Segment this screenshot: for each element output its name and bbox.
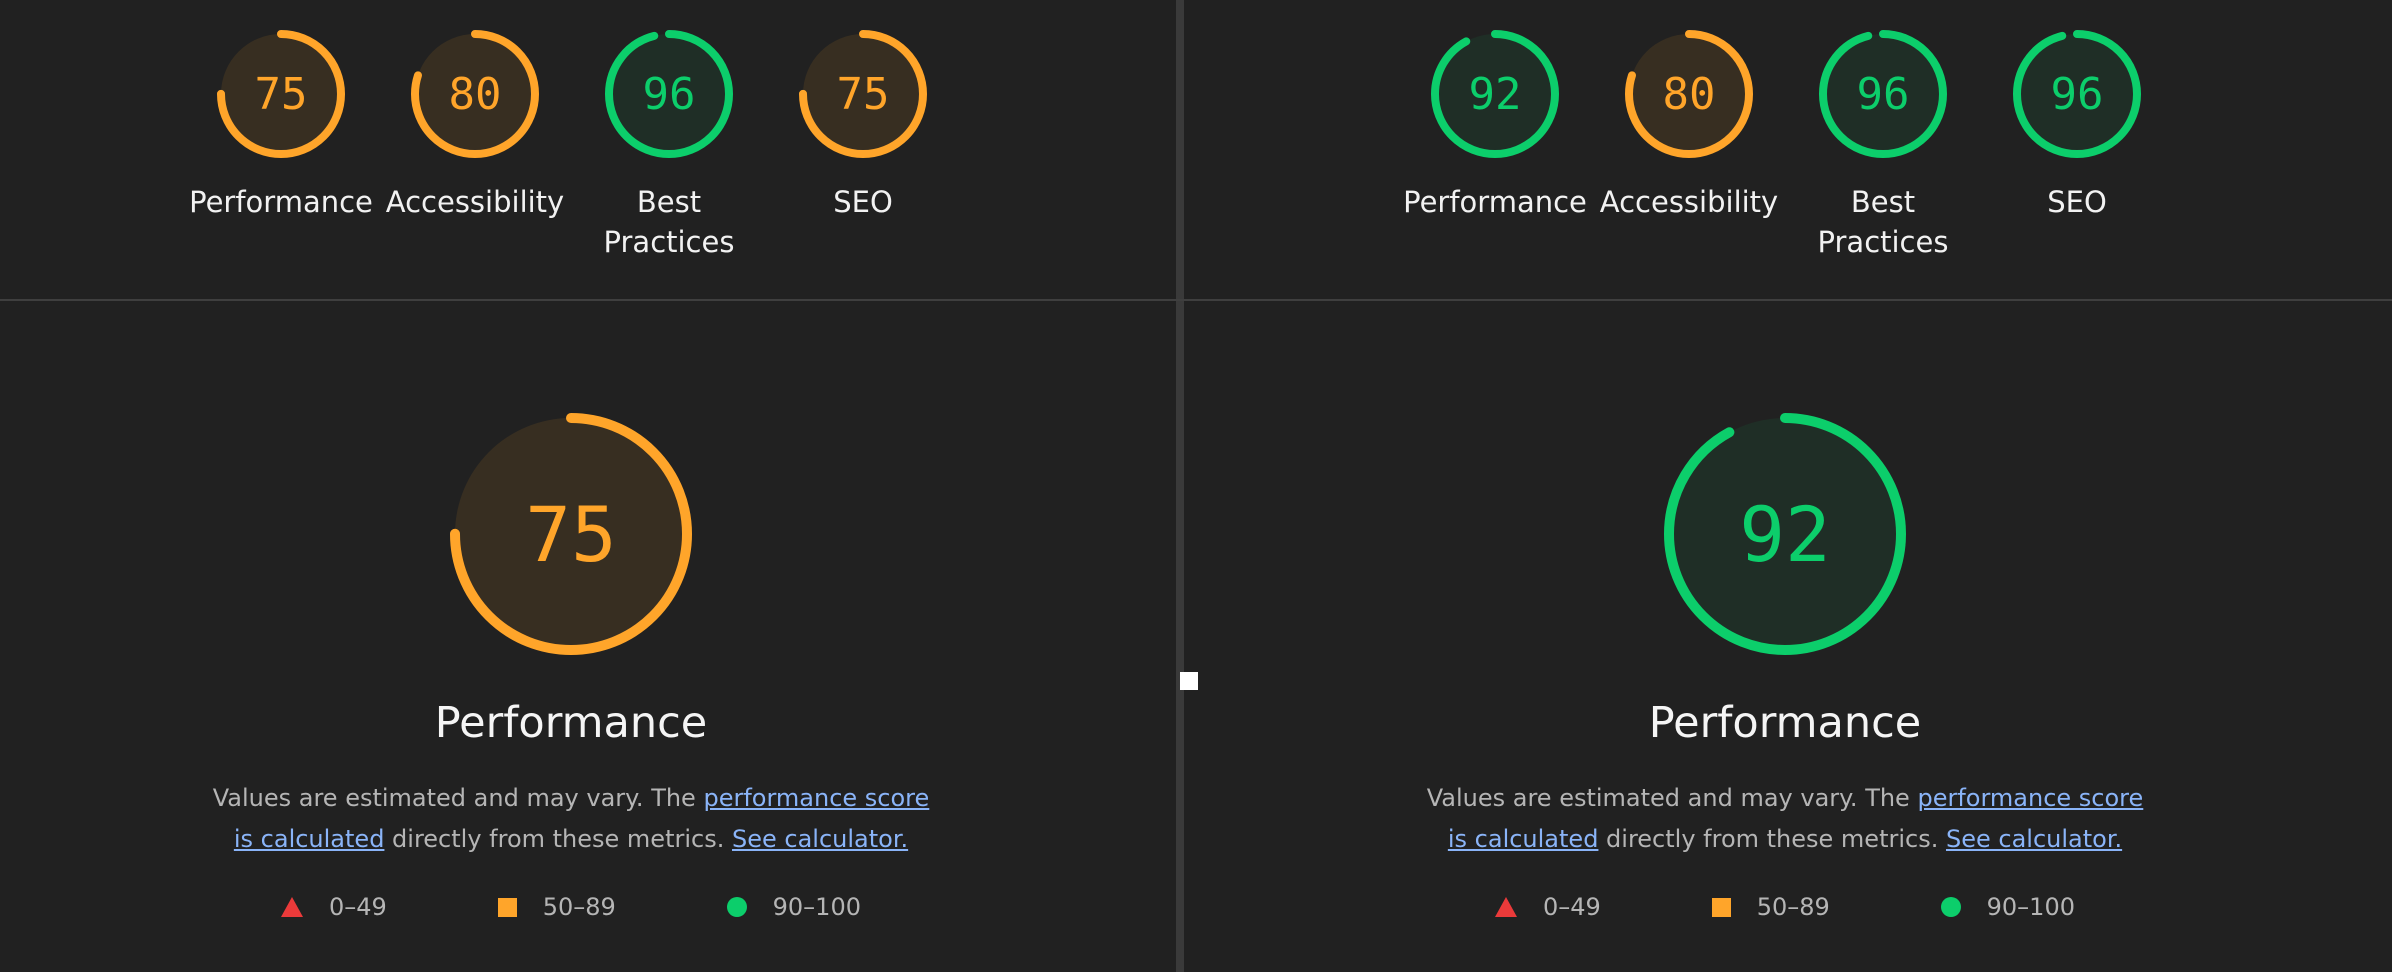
circle-icon <box>726 897 747 917</box>
performance-detail: 75 Performance Values are estimated and … <box>0 300 1176 972</box>
gauge-label: Accessibility <box>1599 185 1779 219</box>
score-gauge: 92 <box>1429 28 1561 160</box>
gauge-accessibility[interactable]: 80 Accessibility <box>1599 28 1779 222</box>
legend-fail: 0–49 <box>281 893 387 921</box>
score-legend: 0–49 50–89 90–100 <box>271 893 871 921</box>
desc-text: directly from these metrics. <box>384 825 732 853</box>
score-gauge: 96 <box>603 28 735 160</box>
report-panel-left: 75 Performance 80 Accessibility 96 Best … <box>0 0 1176 972</box>
legend-label: 90–100 <box>772 893 861 921</box>
performance-detail: 92 Performance Values are estimated and … <box>1184 300 2392 972</box>
gauge-score: 96 <box>1856 68 1910 120</box>
score-gauge: 96 <box>1817 28 1949 160</box>
performance-gauge-large: 92 <box>1661 410 1909 658</box>
score-gauge: 80 <box>1623 28 1755 160</box>
report-panel-right: 92 Performance 80 Accessibility 96 Best … <box>1184 0 2392 972</box>
gauge-score: 92 <box>1468 68 1522 120</box>
legend-pass: 90–100 <box>726 893 861 921</box>
gauge-label: Performance <box>1403 185 1587 219</box>
legend-fail: 0–49 <box>1495 893 1601 921</box>
detail-title: Performance <box>434 698 708 748</box>
gauge-score: 92 <box>1739 489 1831 579</box>
performance-gauge-large: 75 <box>447 410 695 658</box>
desc-text: Values are estimated and may vary. The <box>212 784 704 812</box>
gauge-seo[interactable]: 75 SEO <box>773 28 953 222</box>
detail-description: Values are estimated and may vary. The p… <box>1415 778 2155 860</box>
gauge-label: SEO <box>2047 185 2107 219</box>
gauge-score: 80 <box>448 68 502 120</box>
legend-label: 50–89 <box>542 893 616 921</box>
gauge-label: Performance <box>189 185 373 219</box>
gauge-performance[interactable]: 75 Performance <box>189 28 373 222</box>
gauge-label: Best Practices <box>603 185 735 259</box>
gauge-label: Accessibility <box>385 185 565 219</box>
see-calculator-link[interactable]: See calculator. <box>1946 825 2122 853</box>
gauge-score: 75 <box>836 68 890 120</box>
desc-text: directly from these metrics. <box>1598 825 1946 853</box>
gauge-score: 80 <box>1662 68 1716 120</box>
score-legend: 0–49 50–89 90–100 <box>1485 893 2085 921</box>
gauge-performance[interactable]: 92 Performance <box>1403 28 1587 222</box>
legend-label: 0–49 <box>329 893 387 921</box>
triangle-icon <box>1495 897 1517 917</box>
gauge-best-practices[interactable]: 96 Best Practices <box>579 28 759 262</box>
detail-title: Performance <box>1648 698 1922 748</box>
square-icon <box>497 897 517 917</box>
detail-description: Values are estimated and may vary. The p… <box>201 778 941 860</box>
legend-label: 50–89 <box>1756 893 1830 921</box>
see-calculator-link[interactable]: See calculator. <box>732 825 908 853</box>
gauge-best-practices[interactable]: 96 Best Practices <box>1793 28 1973 262</box>
square-icon <box>1711 897 1731 917</box>
triangle-icon <box>281 897 303 917</box>
gauge-accessibility[interactable]: 80 Accessibility <box>385 28 565 222</box>
gauge-label: Best Practices <box>1817 185 1949 259</box>
category-summary: 75 Performance 80 Accessibility 96 Best … <box>0 0 1176 300</box>
desc-text: Values are estimated and may vary. The <box>1426 784 1918 812</box>
gauge-score: 75 <box>525 489 617 579</box>
score-gauge: 75 <box>215 28 347 160</box>
circle-icon <box>1940 897 1961 917</box>
legend-average: 50–89 <box>497 893 616 921</box>
gauge-score: 96 <box>2050 68 2104 120</box>
legend-label: 90–100 <box>1986 893 2075 921</box>
legend-pass: 90–100 <box>1940 893 2075 921</box>
gauge-label: SEO <box>833 185 893 219</box>
gauge-score: 75 <box>254 68 308 120</box>
split-divider[interactable] <box>1176 0 1184 972</box>
gauge-seo[interactable]: 96 SEO <box>1987 28 2167 222</box>
score-gauge: 80 <box>409 28 541 160</box>
category-summary: 92 Performance 80 Accessibility 96 Best … <box>1184 0 2392 300</box>
legend-label: 0–49 <box>1543 893 1601 921</box>
legend-average: 50–89 <box>1711 893 1830 921</box>
gauge-score: 96 <box>642 68 696 120</box>
score-gauge: 75 <box>797 28 929 160</box>
score-gauge: 96 <box>2011 28 2143 160</box>
